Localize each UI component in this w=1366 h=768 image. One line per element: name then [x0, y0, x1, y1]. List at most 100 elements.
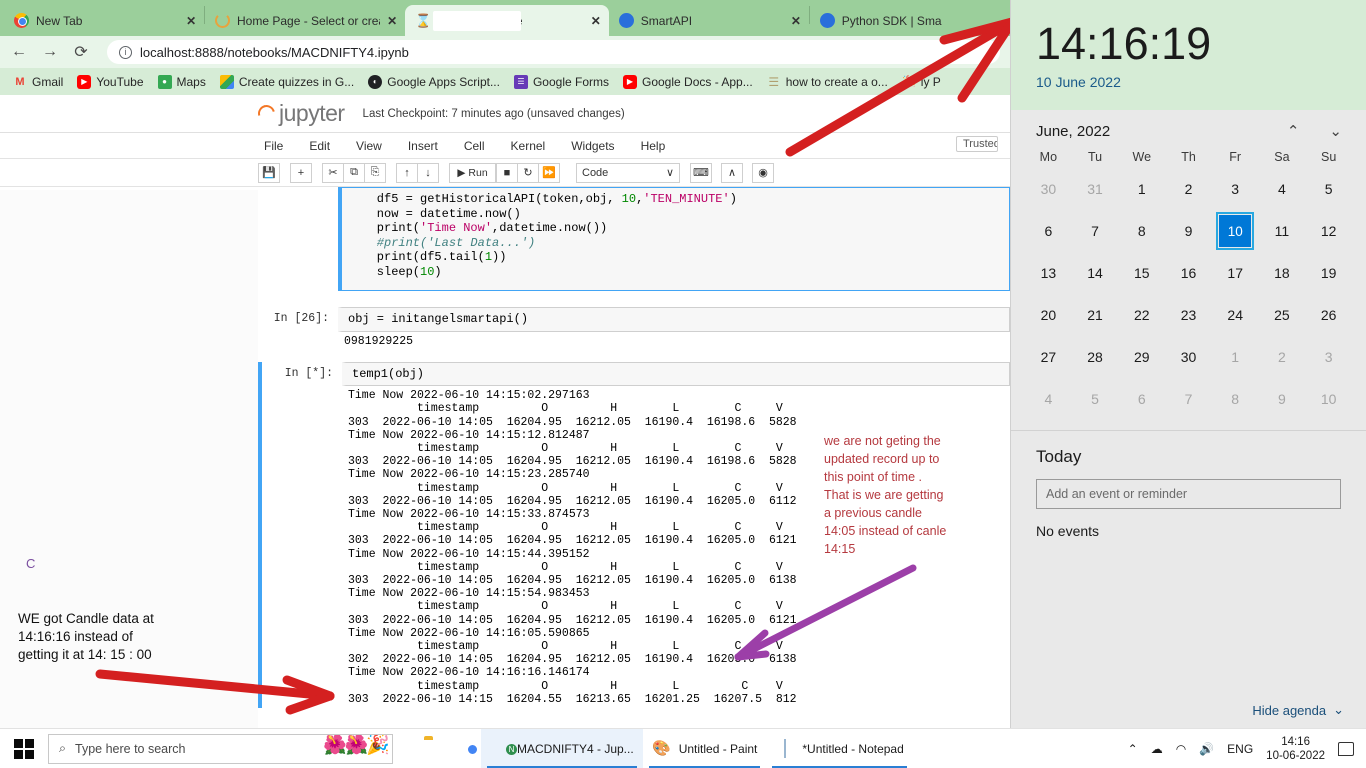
browser-tab-new-tab[interactable]: New Tab ✕: [4, 5, 204, 36]
chevron-up-icon[interactable]: ⌃: [1287, 122, 1300, 140]
calendar-day[interactable]: 7: [1165, 378, 1212, 420]
menu-help[interactable]: Help: [641, 139, 666, 153]
calendar-day[interactable]: 5: [1072, 378, 1119, 420]
bookmark-how-to-create[interactable]: ☰ how to create a o...: [762, 73, 893, 91]
bookmark-google-apps-script[interactable]: ◐ Google Apps Script...: [363, 73, 505, 91]
taskbar-item-notepad[interactable]: *Untitled - Notepad: [766, 729, 912, 768]
calendar-day[interactable]: 28: [1072, 336, 1119, 378]
code-input-area[interactable]: obj = initangelsmartapi(): [338, 307, 1010, 332]
taskbar-item-file-explorer[interactable]: [405, 729, 443, 768]
bookmark-maps[interactable]: ● Maps: [153, 73, 211, 91]
calendar-day[interactable]: 23: [1165, 294, 1212, 336]
calendar-day[interactable]: 1: [1212, 336, 1259, 378]
network-icon[interactable]: ◠: [1176, 742, 1186, 756]
menu-file[interactable]: File: [264, 139, 283, 153]
run-button[interactable]: ▶ Run: [449, 162, 496, 183]
cut-cell-button[interactable]: ✂: [322, 162, 344, 183]
site-info-icon[interactable]: i: [119, 45, 132, 59]
calendar-day[interactable]: 27: [1025, 336, 1072, 378]
calendar-day[interactable]: 5: [1305, 168, 1352, 210]
bookmark-gmail[interactable]: M Gmail: [8, 73, 68, 91]
taskbar-item-chrome[interactable]: [443, 729, 481, 768]
close-icon[interactable]: ✕: [387, 14, 397, 28]
menu-cell[interactable]: Cell: [464, 139, 485, 153]
visibility-toggle-button[interactable]: ◉: [752, 162, 774, 183]
calendar-day[interactable]: 31: [1072, 168, 1119, 210]
calendar-day-selected[interactable]: 10: [1212, 210, 1259, 252]
calendar-day[interactable]: 17: [1212, 252, 1259, 294]
taskbar-item-jupyter[interactable]: MACDNIFTY4 - Jup...: [481, 728, 643, 768]
language-indicator[interactable]: ENG: [1227, 742, 1253, 756]
save-button[interactable]: 💾: [258, 162, 280, 183]
calendar-day[interactable]: 1: [1118, 168, 1165, 210]
calendar-day[interactable]: 12: [1305, 210, 1352, 252]
calendar-day[interactable]: 4: [1025, 378, 1072, 420]
calendar-day[interactable]: 8: [1118, 210, 1165, 252]
calendar-day[interactable]: 22: [1118, 294, 1165, 336]
menu-insert[interactable]: Insert: [408, 139, 438, 153]
clock-date[interactable]: 10 June 2022: [1036, 74, 1366, 90]
browser-tab-smartapi[interactable]: SmartAPI ✕: [609, 5, 809, 36]
show-hidden-icons-icon[interactable]: ⌃: [1128, 742, 1138, 756]
copy-cell-button[interactable]: ⧉: [343, 162, 365, 183]
menu-widgets[interactable]: Widgets: [571, 139, 614, 153]
taskbar-item-paint[interactable]: 🎨 Untitled - Paint: [643, 729, 767, 768]
code-input-area[interactable]: df5 = getHistoricalAPI(token,obj, 10,'TE…: [338, 187, 1010, 291]
calendar-day[interactable]: 16: [1165, 252, 1212, 294]
reload-icon[interactable]: ⟳: [72, 42, 90, 62]
calendar-day[interactable]: 30: [1025, 168, 1072, 210]
calendar-day[interactable]: 24: [1212, 294, 1259, 336]
close-icon[interactable]: ✕: [591, 14, 601, 28]
browser-tab-python-sdk[interactable]: Python SDK | Sma: [810, 5, 1010, 36]
calendar-day[interactable]: 10: [1305, 378, 1352, 420]
code-input-area[interactable]: temp1(obj): [342, 361, 1010, 387]
hide-agenda-button[interactable]: Hide agenda ⌄: [1252, 702, 1344, 718]
calendar-day[interactable]: 9: [1259, 378, 1306, 420]
interrupt-kernel-button[interactable]: ■: [496, 162, 518, 183]
menu-edit[interactable]: Edit: [309, 139, 330, 153]
address-bar[interactable]: i localhost:8888/notebooks/MACDNIFTY4.ip…: [107, 40, 1000, 64]
calendar-day[interactable]: 26: [1305, 294, 1352, 336]
menu-view[interactable]: View: [356, 139, 382, 153]
calendar-day[interactable]: 8: [1212, 378, 1259, 420]
restart-kernel-button[interactable]: ↻: [517, 162, 539, 183]
calendar-day[interactable]: 14: [1072, 252, 1119, 294]
bookmark-google-docs[interactable]: ▶ Google Docs - App...: [618, 73, 758, 91]
calendar-day[interactable]: 15: [1118, 252, 1165, 294]
action-center-icon[interactable]: [1338, 741, 1354, 756]
volume-icon[interactable]: 🔊: [1199, 742, 1214, 756]
command-palette-button[interactable]: ⌨: [690, 162, 712, 183]
forward-icon[interactable]: →: [41, 43, 59, 61]
calendar-day[interactable]: 9: [1165, 210, 1212, 252]
calendar-day[interactable]: 4: [1259, 168, 1306, 210]
close-icon[interactable]: ✕: [186, 14, 196, 28]
back-icon[interactable]: ←: [10, 43, 28, 61]
cell-type-select[interactable]: Code ∨: [576, 162, 680, 183]
chevron-down-icon[interactable]: ⌄: [1329, 122, 1342, 140]
bookmark-create-quizzes[interactable]: Create quizzes in G...: [215, 73, 359, 91]
calendar-day[interactable]: 6: [1025, 210, 1072, 252]
calendar-day[interactable]: 6: [1118, 378, 1165, 420]
taskbar-clock[interactable]: 14:16 10-06-2022: [1266, 735, 1325, 763]
add-event-input[interactable]: Add an event or reminder: [1036, 479, 1341, 509]
menu-kernel[interactable]: Kernel: [511, 139, 546, 153]
move-cell-down-button[interactable]: ↓: [417, 162, 439, 183]
bookmark-google-forms[interactable]: ☰ Google Forms: [509, 73, 614, 91]
taskbar-search-input[interactable]: ⌕ Type here to search 🌺🌺🎉: [48, 733, 393, 764]
calendar-day[interactable]: 3: [1212, 168, 1259, 210]
calendar-day[interactable]: 2: [1259, 336, 1306, 378]
calendar-day[interactable]: 7: [1072, 210, 1119, 252]
calendar-month-label[interactable]: June, 2022: [1036, 123, 1110, 140]
calendar-day[interactable]: 19: [1305, 252, 1352, 294]
add-cell-button[interactable]: +: [290, 162, 312, 183]
calendar-day[interactable]: 13: [1025, 252, 1072, 294]
paste-cell-button[interactable]: ⎘: [364, 162, 386, 183]
close-icon[interactable]: ✕: [791, 14, 801, 28]
restart-run-all-button[interactable]: ⏩: [538, 162, 560, 183]
onedrive-icon[interactable]: ☁: [1151, 742, 1163, 756]
calendar-day[interactable]: 29: [1118, 336, 1165, 378]
calendar-day[interactable]: 21: [1072, 294, 1119, 336]
start-button[interactable]: [0, 729, 48, 768]
calendar-day[interactable]: 3: [1305, 336, 1352, 378]
browser-tab-jupyter-notebook[interactable]: ⌛ 4 - Jupyter Note ✕: [405, 5, 609, 36]
